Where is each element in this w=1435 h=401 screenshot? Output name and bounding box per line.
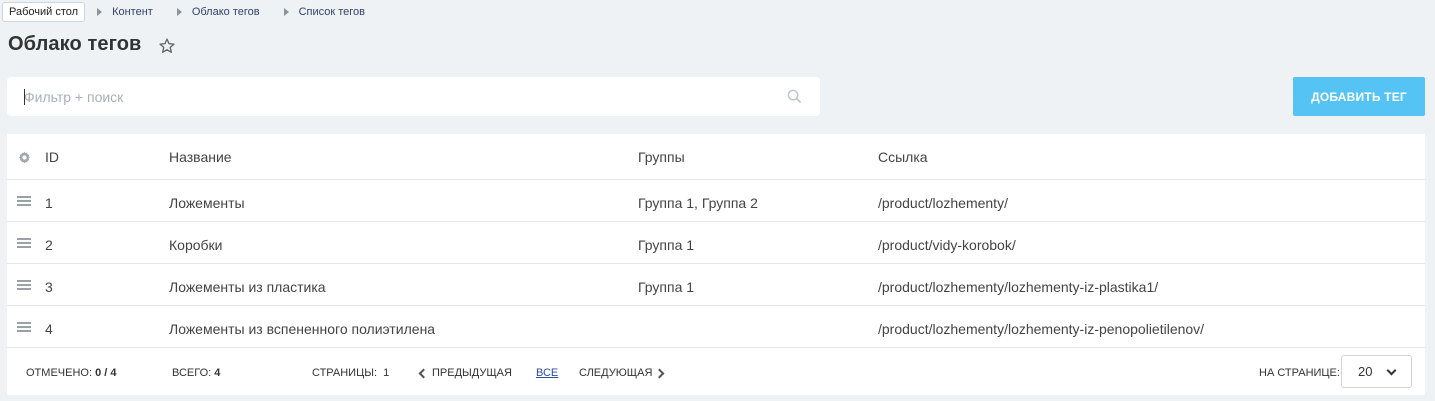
- cell-id: 2: [45, 237, 53, 253]
- cell-name[interactable]: Коробки: [169, 237, 222, 253]
- cell-link: /product/lozhementy/lozhementy-iz-plasti…: [878, 279, 1159, 295]
- table-row[interactable]: 4 Ложементы из вспененного полиэтилена /…: [7, 306, 1425, 348]
- chevron-down-icon: [1386, 365, 1397, 376]
- pages-label: СТРАНИЦЫ:: [312, 367, 378, 379]
- breadcrumb: Рабочий стол Контент Облако тегов Список…: [0, 0, 375, 24]
- cell-name[interactable]: Ложементы из пластика: [169, 279, 326, 295]
- column-header-id[interactable]: ID: [45, 149, 59, 165]
- tags-table: ID Название Группы Ссылка 1 Ложементы Гр…: [7, 134, 1425, 395]
- next-label: СЛЕДУЮЩАЯ: [579, 367, 653, 379]
- cell-groups: Группа 1, Группа 2: [638, 195, 758, 211]
- column-header-link[interactable]: Ссылка: [878, 149, 928, 165]
- search-input[interactable]: [7, 77, 820, 116]
- table-header: ID Название Группы Ссылка: [7, 134, 1425, 180]
- cell-name[interactable]: Ложементы: [169, 195, 245, 211]
- cell-groups: Группа 1: [638, 279, 695, 295]
- cell-id: 1: [45, 195, 53, 211]
- column-header-name[interactable]: Название: [169, 149, 232, 165]
- table-row[interactable]: 1 Ложементы Группа 1, Группа 2 /product/…: [7, 180, 1425, 222]
- table-footer: ОТМЕЧЕНО: 0 / 4 ВСЕГО: 4 СТРАНИЦЫ: 1 ПРЕ…: [7, 348, 1425, 394]
- all-pages-link[interactable]: ВСЕ: [536, 367, 558, 379]
- drag-handle-icon[interactable]: [17, 322, 31, 333]
- total-value: 4: [214, 367, 221, 379]
- search-box: [7, 77, 820, 116]
- breadcrumb-desktop[interactable]: Рабочий стол: [2, 2, 86, 22]
- search-icon[interactable]: [787, 89, 802, 104]
- checked-label: ОТМЕЧЕНО:: [26, 367, 92, 379]
- prev-page-link[interactable]: ПРЕДЫДУЩАЯ: [418, 367, 512, 379]
- pages-counter: СТРАНИЦЫ: 1: [312, 367, 389, 379]
- cell-groups: Группа 1: [638, 237, 695, 253]
- per-page-select[interactable]: 20: [1341, 355, 1412, 388]
- checked-counter: ОТМЕЧЕНО: 0 / 4: [26, 367, 116, 379]
- drag-handle-icon[interactable]: [17, 280, 31, 291]
- column-header-groups[interactable]: Группы: [638, 149, 685, 165]
- add-tag-button[interactable]: ДОБАВИТЬ ТЕГ: [1293, 77, 1425, 116]
- text-caret: [24, 89, 25, 105]
- table-row[interactable]: 3 Ложементы из пластика Группа 1 /produc…: [7, 264, 1425, 306]
- title-row: Облако тегов: [8, 33, 176, 56]
- checked-value: 0 / 4: [95, 367, 117, 379]
- chevron-right-icon: [654, 368, 665, 378]
- breadcrumb-content[interactable]: Контент: [102, 6, 163, 18]
- cell-link: /product/lozhementy/: [878, 195, 1008, 211]
- prev-label: ПРЕДЫДУЩАЯ: [432, 367, 512, 379]
- table-row[interactable]: 2 Коробки Группа 1 /product/vidy-korobok…: [7, 222, 1425, 264]
- drag-handle-icon[interactable]: [17, 238, 31, 249]
- cell-id: 3: [45, 279, 53, 295]
- gear-icon[interactable]: [18, 151, 31, 164]
- cell-id: 4: [45, 321, 53, 337]
- cell-name[interactable]: Ложементы из вспененного полиэтилена: [169, 321, 435, 337]
- drag-handle-icon[interactable]: [17, 196, 31, 207]
- chevron-left-icon: [418, 368, 429, 378]
- page-title: Облако тегов: [8, 33, 142, 55]
- breadcrumb-tag-list[interactable]: Список тегов: [289, 6, 375, 18]
- star-icon[interactable]: [158, 37, 176, 55]
- cell-link: /product/vidy-korobok/: [878, 237, 1016, 253]
- total-label: ВСЕГО:: [172, 367, 212, 379]
- cell-link: /product/lozhementy/lozhementy-iz-penopo…: [878, 321, 1205, 337]
- per-page-value: 20: [1358, 364, 1373, 379]
- total-counter: ВСЕГО: 4: [172, 367, 220, 379]
- per-page-label: НА СТРАНИЦЕ:: [1259, 367, 1340, 379]
- next-page-link[interactable]: СЛЕДУЮЩАЯ: [579, 367, 665, 379]
- breadcrumb-tag-cloud[interactable]: Облако тегов: [182, 6, 270, 18]
- current-page: 1: [383, 367, 390, 379]
